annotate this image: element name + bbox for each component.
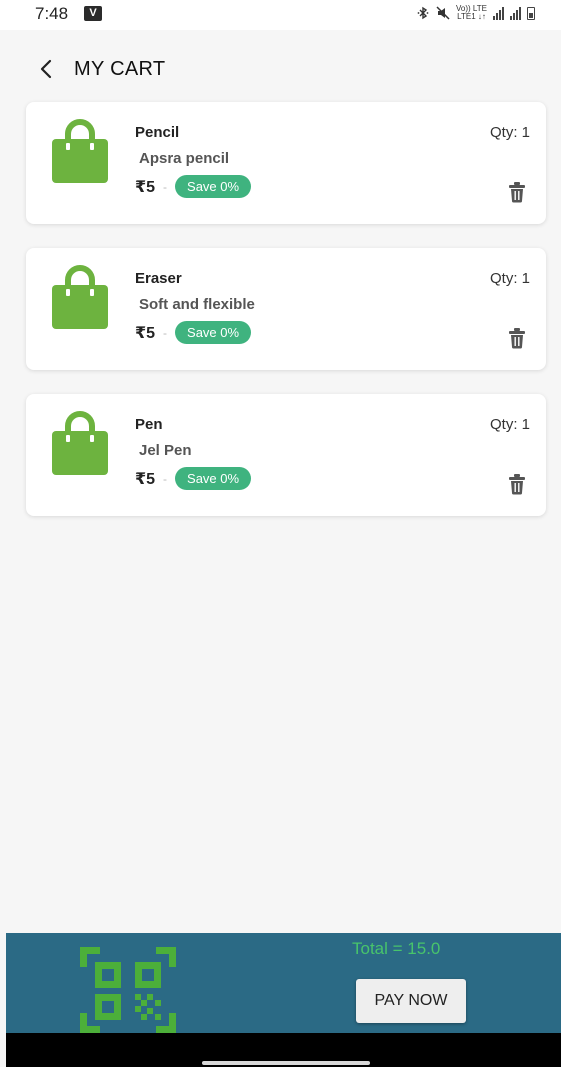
cart-item-card[interactable]: Pencil Apsra pencil ₹5 - Save 0% Qty: 1: [26, 102, 546, 224]
signal-2-icon: [510, 6, 521, 20]
price-separator: -: [163, 325, 168, 340]
cart-list: Pencil Apsra pencil ₹5 - Save 0% Qty: 1: [26, 102, 546, 540]
item-description: Apsra pencil: [139, 150, 230, 167]
pay-now-button[interactable]: PAY NOW: [356, 979, 466, 1023]
price-separator: -: [163, 471, 168, 486]
item-price: ₹5: [135, 324, 156, 342]
item-price: ₹5: [135, 470, 156, 488]
cart-item-card[interactable]: Eraser Soft and flexible ₹5 - Save 0% Qt…: [26, 248, 546, 370]
save-badge: Save 0%: [175, 321, 252, 344]
status-bar: 7:48 V Vo)) LTE LTE1 ↓↑: [0, 0, 561, 30]
price-row: ₹5 - Save 0%: [135, 175, 252, 198]
price-row: ₹5 - Save 0%: [135, 321, 252, 344]
status-icons: Vo)) LTE LTE1 ↓↑: [416, 5, 535, 21]
network-label: Vo)) LTE LTE1 ↓↑: [456, 4, 487, 21]
notification-app-icon: V: [84, 6, 102, 21]
mute-icon: [436, 6, 450, 20]
item-name: Pen: [135, 416, 163, 433]
item-quantity: Qty: 1: [489, 416, 530, 433]
back-button[interactable]: [34, 56, 60, 82]
chevron-left-icon: [40, 59, 52, 79]
delete-item-button[interactable]: [508, 327, 526, 349]
save-badge: Save 0%: [175, 467, 252, 490]
item-quantity: Qty: 1: [489, 124, 530, 141]
bluetooth-icon: [417, 6, 429, 20]
signal-1-icon: [493, 6, 504, 20]
qr-code-icon[interactable]: [80, 947, 176, 1033]
item-price: ₹5: [135, 178, 156, 196]
trash-icon: [509, 474, 525, 495]
price-row: ₹5 - Save 0%: [135, 467, 252, 490]
battery-icon: [527, 6, 535, 20]
cart-item-card[interactable]: Pen Jel Pen ₹5 - Save 0% Qty: 1: [26, 394, 546, 516]
home-indicator[interactable]: [202, 1061, 370, 1065]
item-name: Pencil: [135, 124, 180, 141]
shopping-bag-icon: [52, 265, 108, 329]
item-description: Soft and flexible: [139, 296, 255, 313]
item-description: Jel Pen: [139, 442, 192, 459]
page-title: MY CART: [74, 58, 166, 80]
item-name: Eraser: [135, 270, 182, 287]
cart-total: Total = 15.0: [352, 939, 441, 958]
system-nav-bar: [6, 1033, 561, 1067]
checkout-bar: Total = 15.0 PAY NOW: [6, 933, 561, 1033]
delete-item-button[interactable]: [508, 473, 526, 495]
save-badge: Save 0%: [175, 175, 252, 198]
trash-icon: [509, 182, 525, 203]
shopping-bag-icon: [52, 411, 108, 475]
delete-item-button[interactable]: [508, 181, 526, 203]
trash-icon: [509, 328, 525, 349]
price-separator: -: [163, 179, 168, 194]
item-quantity: Qty: 1: [489, 270, 530, 287]
app-header: MY CART: [0, 48, 561, 92]
cart-screen: 7:48 V Vo)) LTE LTE1 ↓↑ MY CART Pencil A…: [0, 0, 561, 1067]
shopping-bag-icon: [52, 119, 108, 183]
status-time: 7:48: [35, 4, 69, 23]
